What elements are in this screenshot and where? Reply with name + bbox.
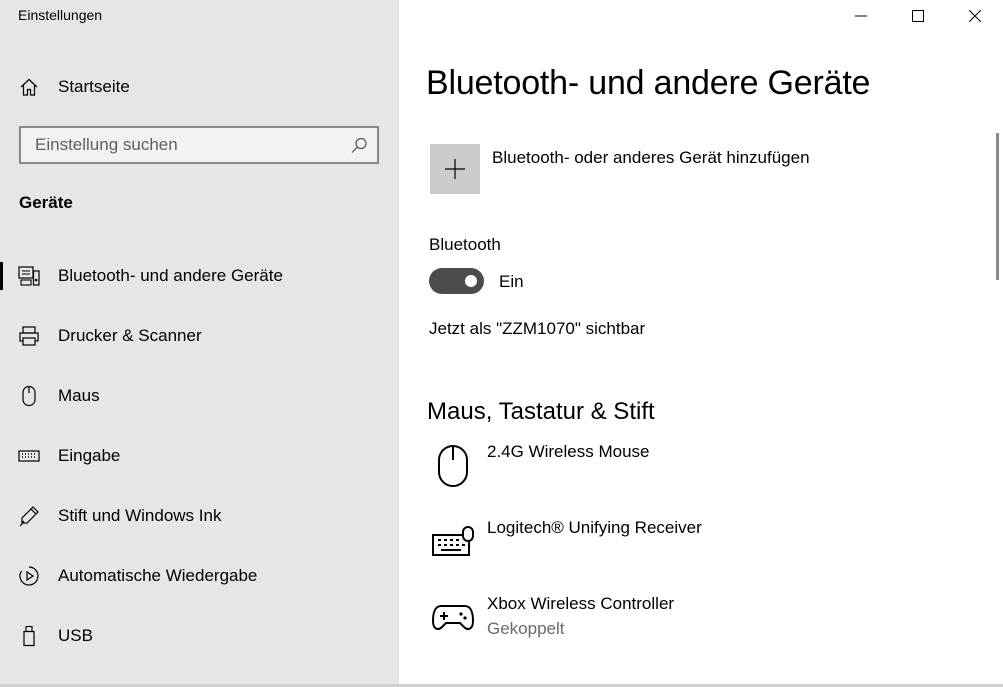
printer-icon bbox=[18, 325, 40, 347]
sidebar: Einstellungen Startseite Geräte Bluetoot… bbox=[0, 0, 399, 687]
bluetooth-label: Bluetooth bbox=[429, 235, 501, 254]
add-device-button[interactable]: Bluetooth- oder anderes Gerät hinzufügen bbox=[430, 144, 870, 194]
sidebar-item-label: Stift und Windows Ink bbox=[58, 506, 222, 525]
sidebar-item-label: Automatische Wiedergabe bbox=[58, 566, 258, 585]
device-status: Gekoppelt bbox=[487, 619, 565, 638]
sidebar-item-label: USB bbox=[58, 626, 93, 645]
minimize-button[interactable] bbox=[832, 0, 889, 32]
devices-section-heading: Maus, Tastatur & Stift bbox=[427, 398, 655, 425]
sidebar-item-input[interactable]: Eingabe bbox=[0, 434, 399, 478]
window-controls bbox=[832, 0, 1003, 32]
main-content: Bluetooth- und andere Geräte Bluetooth- … bbox=[399, 0, 1003, 687]
sidebar-item-label: Drucker & Scanner bbox=[58, 326, 202, 345]
sidebar-item-pen[interactable]: Stift und Windows Ink bbox=[0, 494, 399, 538]
device-item[interactable]: Xbox Wireless Controller Gekoppelt bbox=[429, 594, 949, 654]
minimize-icon bbox=[854, 15, 867, 17]
sidebar-item-autoplay[interactable]: Automatische Wiedergabe bbox=[0, 554, 399, 598]
mouse-icon bbox=[429, 442, 477, 490]
device-item[interactable]: Logitech® Unifying Receiver bbox=[429, 518, 949, 578]
maximize-icon bbox=[911, 10, 924, 22]
device-name: Xbox Wireless Controller bbox=[487, 594, 675, 613]
sidebar-item-label: Maus bbox=[58, 386, 100, 405]
close-icon bbox=[968, 10, 981, 22]
device-name: Logitech® Unifying Receiver bbox=[487, 518, 702, 537]
bluetooth-toggle[interactable] bbox=[429, 268, 484, 294]
keyboard-icon bbox=[429, 518, 477, 566]
sidebar-item-usb[interactable]: USB bbox=[0, 614, 399, 658]
sidebar-section-heading: Geräte bbox=[19, 193, 73, 212]
close-button[interactable] bbox=[946, 0, 1003, 32]
search-icon[interactable] bbox=[349, 136, 369, 156]
bluetooth-state: Ein bbox=[499, 272, 524, 291]
add-icon bbox=[430, 144, 480, 194]
page-title: Bluetooth- und andere Geräte bbox=[426, 64, 871, 102]
sidebar-item-mouse[interactable]: Maus bbox=[0, 374, 399, 418]
maximize-button[interactable] bbox=[889, 0, 946, 32]
add-device-label: Bluetooth- oder anderes Gerät hinzufügen bbox=[492, 148, 810, 167]
sidebar-item-bluetooth[interactable]: Bluetooth- und andere Geräte bbox=[0, 254, 399, 298]
autoplay-icon bbox=[18, 565, 40, 587]
app-title: Einstellungen bbox=[18, 7, 103, 23]
sidebar-item-label: Eingabe bbox=[58, 446, 121, 465]
search-input[interactable] bbox=[21, 128, 341, 162]
bluetooth-devices-icon bbox=[18, 265, 40, 287]
device-item[interactable]: 2.4G Wireless Mouse bbox=[429, 442, 949, 502]
bluetooth-visibility-text: Jetzt als "ZZM1070" sichtbar bbox=[429, 319, 646, 338]
home-icon bbox=[18, 76, 40, 98]
sidebar-item-label: Bluetooth- und andere Geräte bbox=[58, 266, 283, 285]
pen-icon bbox=[18, 505, 40, 527]
home-label: Startseite bbox=[58, 77, 130, 96]
home-link[interactable]: Startseite bbox=[0, 65, 399, 109]
keyboard-icon bbox=[18, 445, 40, 467]
mouse-icon bbox=[18, 385, 40, 407]
search-box bbox=[19, 126, 379, 164]
usb-icon bbox=[18, 625, 40, 647]
device-name: 2.4G Wireless Mouse bbox=[487, 442, 650, 461]
scrollbar[interactable] bbox=[996, 133, 999, 280]
sidebar-item-printer[interactable]: Drucker & Scanner bbox=[0, 314, 399, 358]
gamepad-icon bbox=[429, 594, 477, 642]
toggle-knob bbox=[465, 275, 477, 287]
